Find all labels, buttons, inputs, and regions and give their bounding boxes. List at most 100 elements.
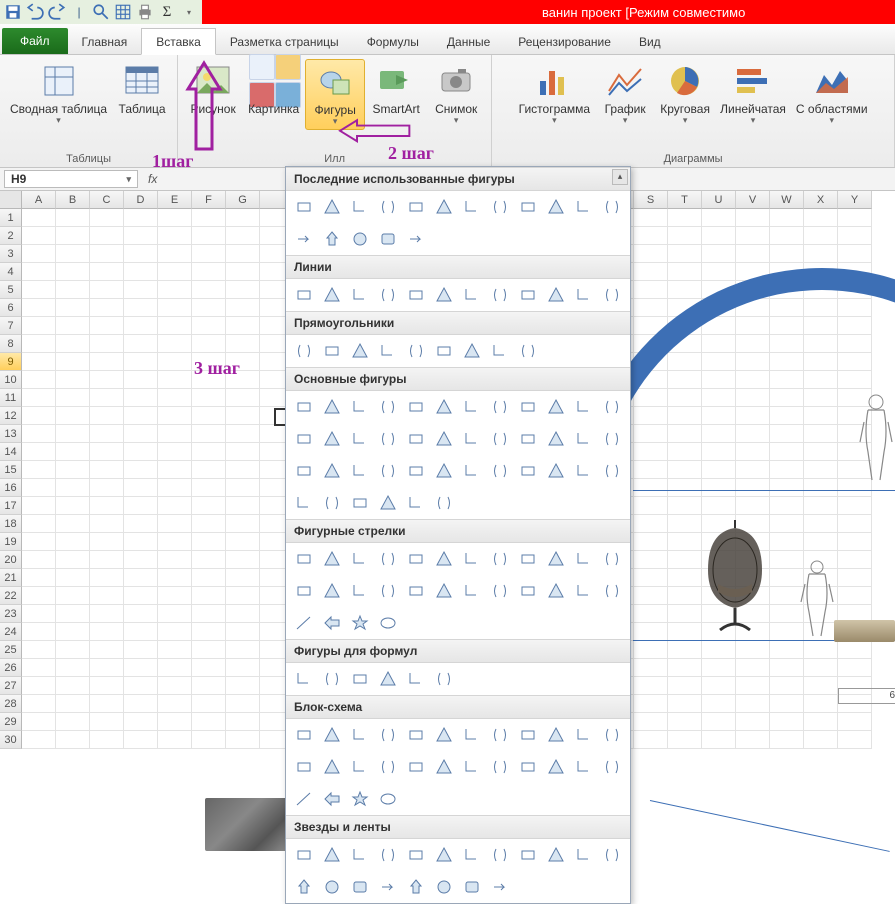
cell[interactable] <box>56 317 90 335</box>
shape-item[interactable] <box>376 227 400 251</box>
shape-item[interactable] <box>348 227 372 251</box>
shape-item[interactable] <box>292 787 316 811</box>
fx-icon[interactable]: fx <box>142 172 163 186</box>
shape-item[interactable] <box>348 755 372 779</box>
cell[interactable] <box>90 209 124 227</box>
shape-item[interactable] <box>376 875 400 899</box>
cell[interactable] <box>226 533 260 551</box>
shape-item[interactable] <box>376 283 400 307</box>
shape-item[interactable] <box>376 667 400 691</box>
pivot-table-button[interactable]: Сводная таблица ▾ <box>6 59 111 128</box>
shape-item[interactable] <box>600 195 624 219</box>
row-header[interactable]: 14 <box>0 443 22 461</box>
cell[interactable] <box>158 605 192 623</box>
cell[interactable] <box>22 497 56 515</box>
shape-item[interactable] <box>348 579 372 603</box>
cell[interactable] <box>158 569 192 587</box>
shape-item[interactable] <box>320 723 344 747</box>
shape-item[interactable] <box>488 395 512 419</box>
shape-item[interactable] <box>516 195 540 219</box>
clipart-button[interactable]: Картинка <box>244 59 303 130</box>
cell[interactable] <box>90 443 124 461</box>
cell[interactable] <box>192 209 226 227</box>
col-header[interactable]: A <box>22 191 56 209</box>
shape-item[interactable] <box>320 755 344 779</box>
cell[interactable] <box>192 263 226 281</box>
tab-review[interactable]: Рецензирование <box>504 29 625 54</box>
cell[interactable] <box>158 299 192 317</box>
shape-item[interactable] <box>348 195 372 219</box>
shape-item[interactable] <box>516 755 540 779</box>
shape-item[interactable] <box>516 843 540 867</box>
col-header[interactable]: B <box>56 191 90 209</box>
shape-item[interactable] <box>376 395 400 419</box>
cell[interactable] <box>838 245 872 263</box>
shape-item[interactable] <box>348 723 372 747</box>
cell[interactable] <box>192 407 226 425</box>
cell[interactable] <box>56 533 90 551</box>
shape-item[interactable] <box>432 723 456 747</box>
cell[interactable] <box>124 479 158 497</box>
cell[interactable] <box>226 731 260 749</box>
shape-item[interactable] <box>320 843 344 867</box>
cell[interactable] <box>22 479 56 497</box>
cell[interactable] <box>22 515 56 533</box>
cell[interactable] <box>22 227 56 245</box>
cell[interactable] <box>124 227 158 245</box>
col-header[interactable]: T <box>668 191 702 209</box>
shape-item[interactable] <box>376 843 400 867</box>
cell[interactable] <box>736 227 770 245</box>
cell[interactable] <box>226 245 260 263</box>
shape-item[interactable] <box>404 579 428 603</box>
cell[interactable] <box>124 551 158 569</box>
shape-item[interactable] <box>348 459 372 483</box>
shape-item[interactable] <box>320 547 344 571</box>
row-header[interactable]: 6 <box>0 299 22 317</box>
shape-item[interactable] <box>516 579 540 603</box>
cell[interactable] <box>192 425 226 443</box>
cell[interactable] <box>90 263 124 281</box>
shape-item[interactable] <box>432 843 456 867</box>
row-header[interactable]: 5 <box>0 281 22 299</box>
shape-item[interactable] <box>488 843 512 867</box>
cell[interactable] <box>56 731 90 749</box>
cell[interactable] <box>192 389 226 407</box>
shape-item[interactable] <box>292 547 316 571</box>
row-header[interactable]: 22 <box>0 587 22 605</box>
bar-chart-button[interactable]: Линейчатая▾ <box>716 59 790 128</box>
shape-item[interactable] <box>544 195 568 219</box>
cell[interactable] <box>90 605 124 623</box>
cell[interactable] <box>192 227 226 245</box>
cell[interactable] <box>226 443 260 461</box>
col-header[interactable]: G <box>226 191 260 209</box>
row-header[interactable]: 24 <box>0 623 22 641</box>
shape-item[interactable] <box>544 283 568 307</box>
row-header[interactable]: 21 <box>0 569 22 587</box>
tab-view[interactable]: Вид <box>625 29 675 54</box>
scroll-up-button[interactable]: ▴ <box>612 169 628 185</box>
shape-item[interactable] <box>348 339 372 363</box>
cell[interactable] <box>124 461 158 479</box>
shape-item[interactable] <box>460 579 484 603</box>
cell[interactable] <box>192 641 226 659</box>
cell[interactable] <box>90 497 124 515</box>
cell[interactable] <box>192 479 226 497</box>
gridlines-icon[interactable] <box>114 3 132 21</box>
shape-item[interactable] <box>544 579 568 603</box>
tab-file[interactable]: Файл <box>2 28 68 54</box>
cell[interactable] <box>192 659 226 677</box>
cell[interactable] <box>124 695 158 713</box>
col-header[interactable]: U <box>702 191 736 209</box>
shape-item[interactable] <box>516 547 540 571</box>
col-header[interactable]: E <box>158 191 192 209</box>
shape-item[interactable] <box>292 491 316 515</box>
cell[interactable] <box>158 263 192 281</box>
cell[interactable] <box>90 623 124 641</box>
row-header[interactable]: 25 <box>0 641 22 659</box>
cell[interactable] <box>124 335 158 353</box>
cell[interactable] <box>90 317 124 335</box>
cell[interactable] <box>226 497 260 515</box>
tab-pagelayout[interactable]: Разметка страницы <box>216 29 353 54</box>
shape-item[interactable] <box>320 339 344 363</box>
cell[interactable] <box>226 209 260 227</box>
